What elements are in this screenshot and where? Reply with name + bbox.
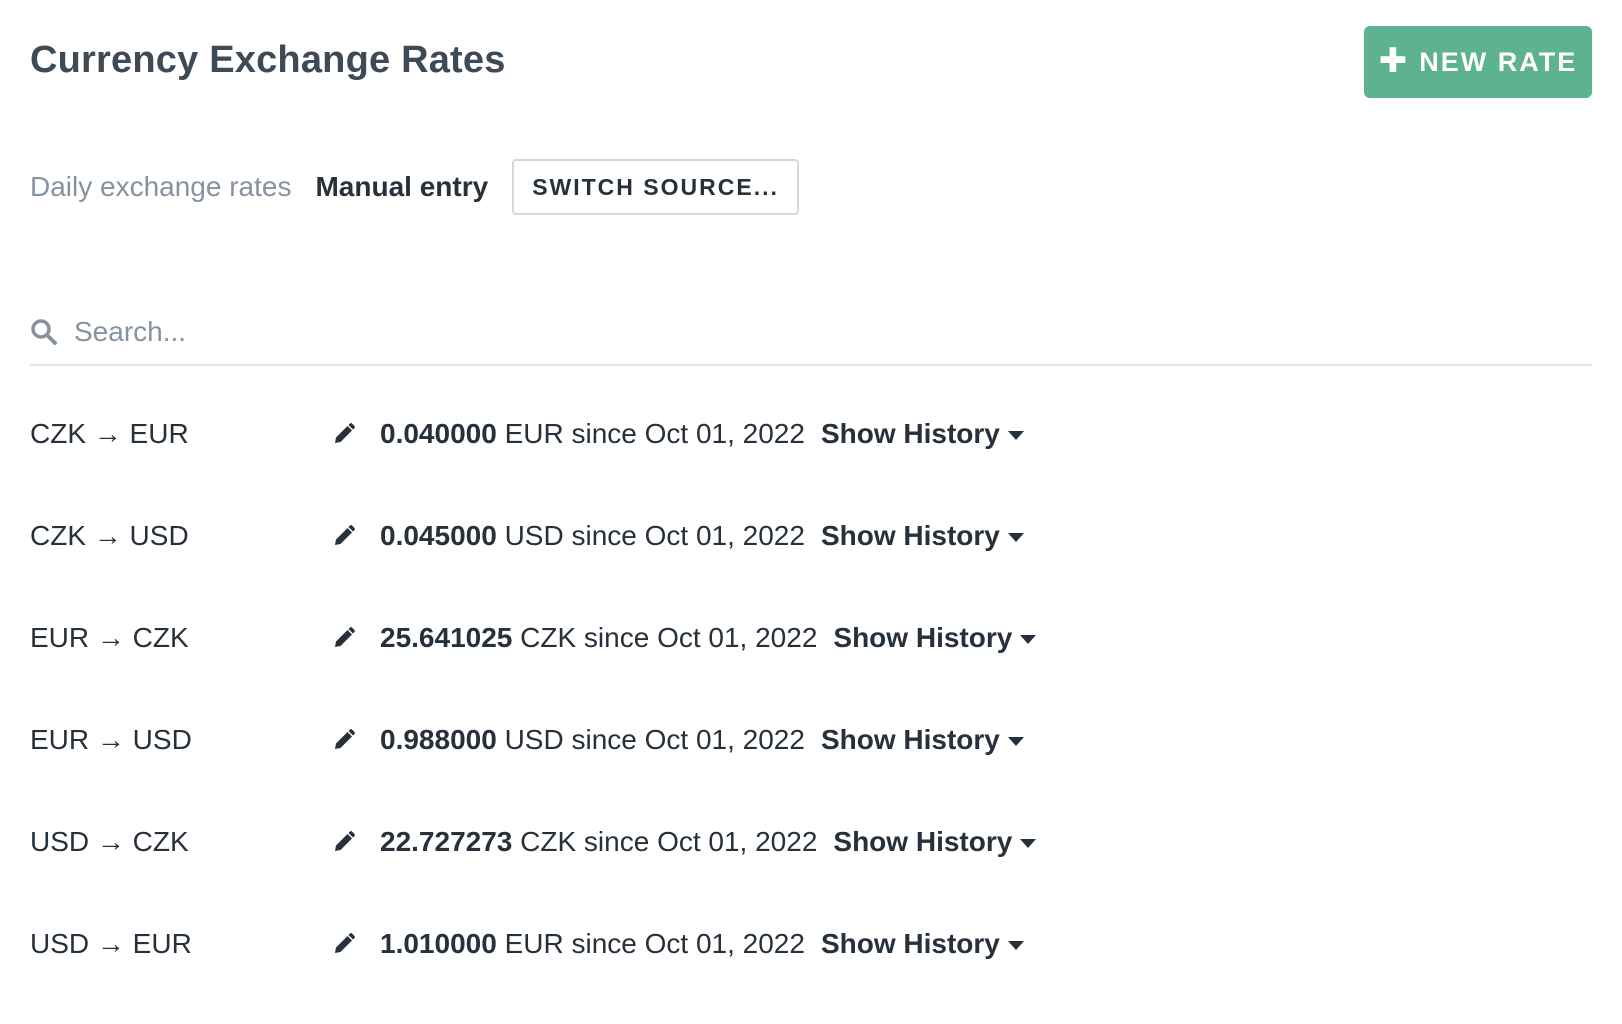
currency-pair: CZK → USD [30, 520, 189, 551]
rate-row-eur-usd: EUR → USD 0.988000 USD since Oct 01, 202… [30, 689, 1592, 791]
search-input[interactable] [74, 316, 1474, 348]
rate-suffix: CZK since Oct 01, 2022 [520, 622, 818, 653]
page-header: Currency Exchange Rates ✚ NEW RATE [30, 26, 1592, 98]
search-bar [30, 300, 1592, 366]
rate-value: 1.010000 [380, 928, 497, 959]
rate-row-eur-czk: EUR → CZK 25.641025 CZK since Oct 01, 20… [30, 587, 1592, 689]
rate-row-usd-eur: USD → EUR 1.010000 EUR since Oct 01, 202… [30, 893, 1592, 995]
show-history-label: Show History [820, 724, 1000, 755]
rate-text: 1.010000 EUR since Oct 01, 2022 [380, 928, 805, 960]
currency-pair: USD → EUR [30, 928, 192, 959]
caret-down-icon [1020, 635, 1037, 644]
rate-row-czk-usd: CZK → USD 0.045000 USD since Oct 01, 202… [30, 485, 1592, 587]
rate-value: 0.045000 [380, 520, 497, 551]
currency-pair: EUR → USD [30, 724, 192, 755]
currency-pair: EUR → CZK [30, 622, 189, 653]
plus-icon: ✚ [1378, 41, 1410, 80]
show-history-toggle[interactable]: Show History [821, 724, 1024, 756]
rate-row-usd-czk: USD → CZK 22.727273 CZK since Oct 01, 20… [30, 791, 1592, 893]
pencil-icon[interactable] [330, 828, 358, 856]
caret-down-icon [1007, 737, 1024, 746]
rate-suffix: CZK since Oct 01, 2022 [520, 826, 818, 857]
rate-value: 22.727273 [380, 826, 513, 857]
caret-down-icon [1007, 941, 1024, 950]
rate-list: CZK → EUR 0.040000 EUR since Oct 01, 202… [30, 383, 1592, 995]
new-rate-label: NEW RATE [1419, 46, 1578, 77]
source-value: Manual entry [315, 171, 489, 202]
rate-value: 0.040000 [380, 418, 497, 449]
rate-text: 0.040000 EUR since Oct 01, 2022 [380, 418, 805, 450]
show-history-toggle[interactable]: Show History [833, 826, 1037, 858]
caret-down-icon [1007, 431, 1024, 440]
rate-value: 0.988000 [380, 724, 497, 755]
rate-text: 0.045000 USD since Oct 01, 2022 [380, 520, 805, 552]
currency-pair: USD → CZK [30, 826, 189, 857]
rate-row-czk-eur: CZK → EUR 0.040000 EUR since Oct 01, 202… [30, 383, 1592, 485]
caret-down-icon [1020, 839, 1037, 848]
show-history-toggle[interactable]: Show History [821, 418, 1024, 450]
show-history-label: Show History [833, 826, 1013, 857]
rate-text: 25.641025 CZK since Oct 01, 2022 [380, 622, 817, 654]
pencil-icon[interactable] [330, 522, 358, 550]
show-history-label: Show History [833, 622, 1013, 653]
page: Currency Exchange Rates ✚ NEW RATE Daily… [30, 0, 1592, 1024]
rate-text: 0.988000 USD since Oct 01, 2022 [380, 724, 805, 756]
source-bar: Daily exchange rates Manual entry SWITCH… [30, 159, 799, 215]
show-history-label: Show History [820, 418, 1000, 449]
pencil-icon[interactable] [330, 420, 358, 448]
pencil-icon[interactable] [330, 624, 358, 652]
rate-suffix: EUR since Oct 01, 2022 [504, 928, 805, 959]
show-history-label: Show History [820, 520, 1000, 551]
rate-text: 22.727273 CZK since Oct 01, 2022 [380, 826, 817, 858]
show-history-toggle[interactable]: Show History [821, 520, 1024, 552]
rate-value: 25.641025 [380, 622, 513, 653]
source-label: Daily exchange rates [30, 171, 292, 202]
rate-suffix: EUR since Oct 01, 2022 [504, 418, 805, 449]
caret-down-icon [1007, 533, 1024, 542]
pencil-icon[interactable] [330, 930, 358, 958]
rate-suffix: USD since Oct 01, 2022 [504, 520, 805, 551]
switch-source-button[interactable]: SWITCH SOURCE... [512, 159, 799, 215]
show-history-toggle[interactable]: Show History [821, 928, 1024, 960]
page-title: Currency Exchange Rates [30, 39, 506, 81]
new-rate-button[interactable]: ✚ NEW RATE [1364, 26, 1592, 98]
search-icon [30, 318, 58, 346]
show-history-label: Show History [820, 928, 1000, 959]
show-history-toggle[interactable]: Show History [833, 622, 1037, 654]
pencil-icon[interactable] [330, 726, 358, 754]
rate-suffix: USD since Oct 01, 2022 [504, 724, 805, 755]
currency-pair: CZK → EUR [30, 418, 189, 449]
